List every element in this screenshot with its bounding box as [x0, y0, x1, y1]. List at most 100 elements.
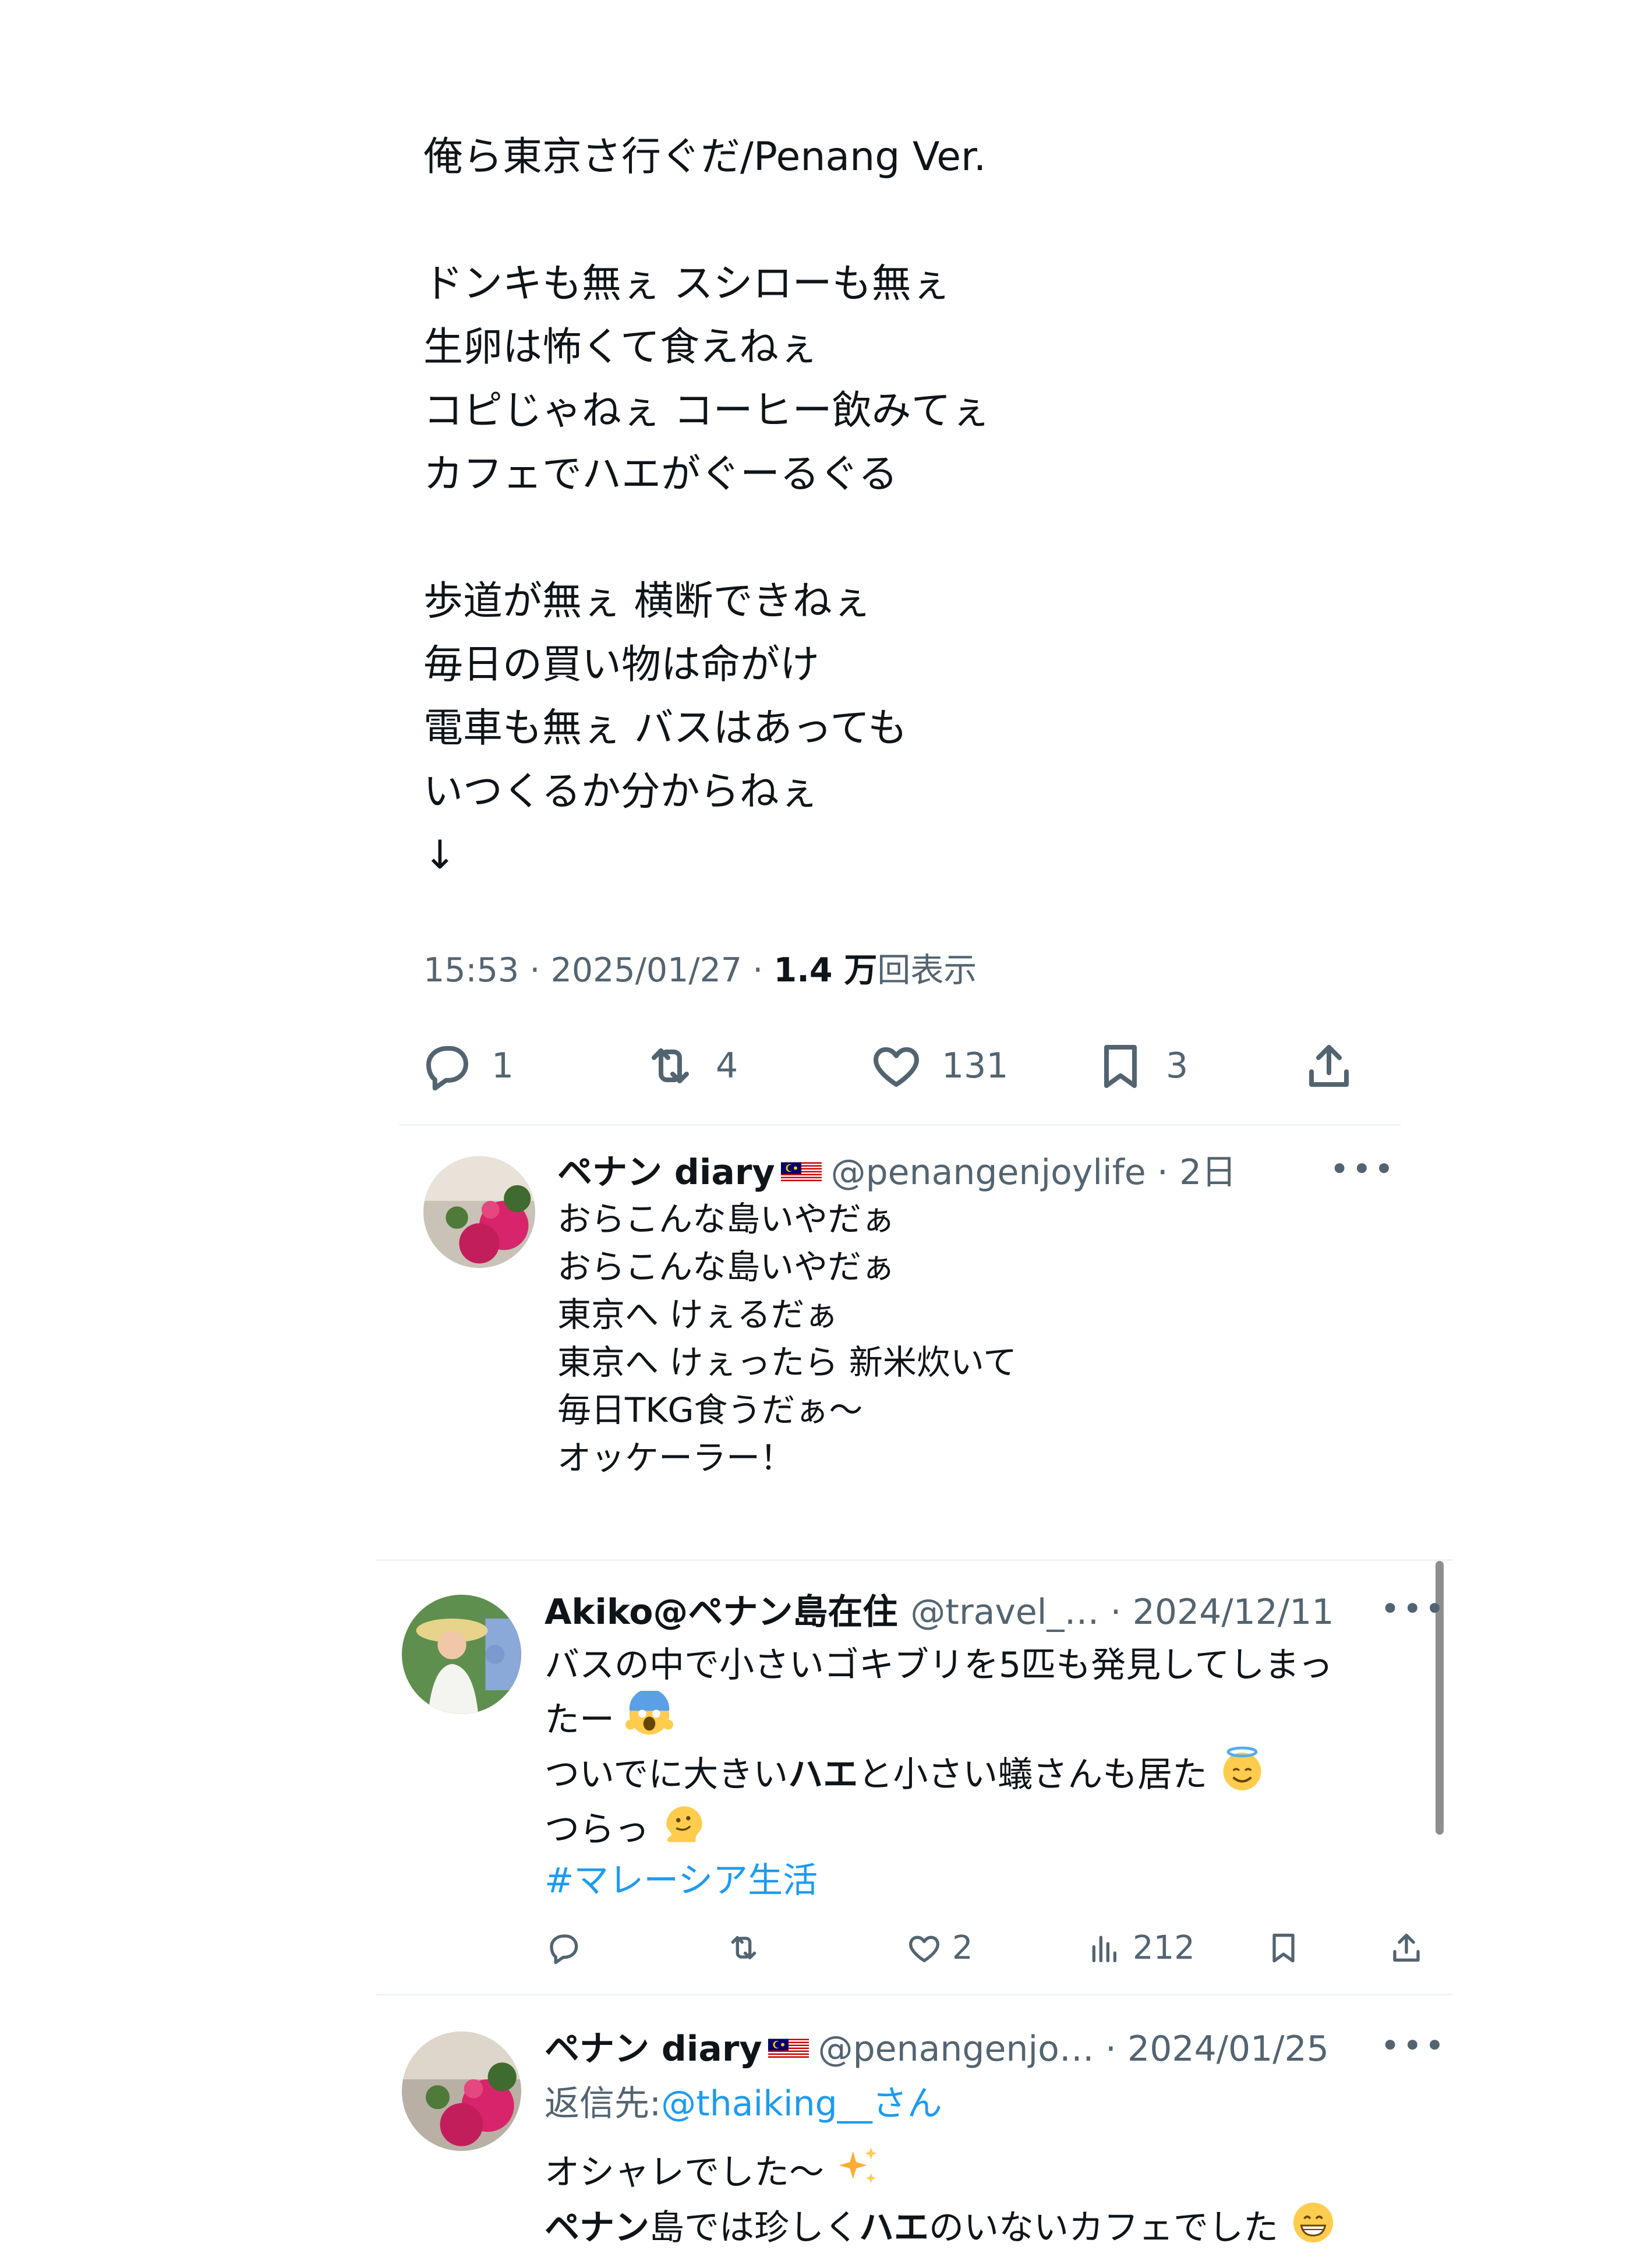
like-count: 131 — [942, 1045, 1009, 1086]
author-name[interactable]: ペナン diary — [557, 1149, 775, 1196]
like-button[interactable]: 131 — [868, 1038, 1009, 1094]
more-button[interactable]: ••• — [1330, 1149, 1397, 1189]
author-handle[interactable]: @penangenjoylife — [831, 1149, 1146, 1196]
malaysia-flag-icon — [780, 1162, 822, 1183]
reply-age[interactable]: 2日 — [1179, 1149, 1236, 1196]
reply-line: 東京へ けぇるだぁ — [557, 1295, 839, 1334]
reply-date[interactable]: 2024/12/11 — [1133, 1589, 1334, 1635]
views-button[interactable]: 212 — [1086, 1929, 1195, 1967]
meta-dot: · — [529, 951, 551, 990]
hashtag-link[interactable]: #マレーシア生活 — [545, 1855, 1333, 1906]
meta-dot: · — [1094, 2029, 1128, 2069]
reply-header: ペナン diary @penangenjoylife · 2日 — [557, 1149, 1236, 1196]
post-line — [423, 189, 1355, 252]
reply-line: ついでに大きいハエと小さい蟻さんも居た — [545, 1746, 1333, 1800]
reply-line-text: たー — [545, 1700, 614, 1740]
reply-text: バスの中で小さいゴキブリを5匹も発見してしまっ たー ついでに大きいハエと小さい… — [545, 1640, 1333, 1906]
reply-line: たー — [545, 1691, 1333, 1746]
bookmark-button[interactable] — [1265, 1929, 1302, 1966]
reply-icon — [550, 1934, 578, 1965]
reply-line-text: ついでに大きい — [545, 1754, 789, 1795]
divider — [399, 1124, 1401, 1126]
post-line: 生卵は怖くて食えねぇ — [423, 324, 818, 370]
reply-date[interactable]: 2024/01/25 — [1127, 2026, 1329, 2072]
reply-line: バスの中で小さいゴキブリを5匹も発見してしまっ — [545, 1645, 1333, 1686]
screaming-face-emoji — [625, 1691, 674, 1735]
reply-button[interactable]: 1 — [418, 1038, 514, 1094]
retweet-icon — [652, 1048, 689, 1083]
meta-dot: · — [1146, 1152, 1179, 1193]
highlight-text: ハエ — [788, 1754, 858, 1795]
halo-face-emoji — [1223, 1746, 1261, 1790]
post-line: コピじゃねぇ コーヒー飲みてぇ — [423, 388, 991, 434]
meta-dot: · — [752, 951, 774, 990]
reply-line: おらこんな島いやだぁ — [557, 1247, 896, 1287]
like-icon — [909, 1935, 939, 1962]
reply-to: 返信先: @thaiking__さん — [545, 2080, 942, 2127]
reply-button[interactable] — [545, 1929, 582, 1966]
reply-line: つらっ — [545, 1800, 1333, 1855]
retweet-button[interactable]: 4 — [642, 1038, 738, 1094]
post-line — [423, 506, 1355, 570]
reply-line-text: オシャレでした〜 — [545, 2152, 824, 2193]
more-icon: ••• — [1330, 1149, 1397, 1189]
retweet-count: 4 — [716, 1045, 738, 1086]
views-label: 回表示 — [877, 951, 977, 990]
avatar[interactable] — [402, 1595, 521, 1714]
reply-text: オシャレでした〜 ペナン島では珍しくハエのいないカフェでした — [545, 2143, 1337, 2254]
more-button[interactable]: ••• — [1380, 2026, 1447, 2065]
share-icon — [1309, 1045, 1349, 1087]
highlight-text: ペナン — [545, 2207, 649, 2248]
views-icon — [1092, 1935, 1116, 1962]
reply-line: おらこんな島いやだぁ — [557, 1199, 896, 1239]
share-button[interactable] — [1388, 1929, 1425, 1966]
bookmark-count: 3 — [1166, 1045, 1189, 1086]
melting-face-emoji — [666, 1806, 702, 1842]
more-icon: ••• — [1380, 2026, 1447, 2065]
post-line: 毎日の買い物は命がけ — [423, 642, 820, 688]
sparkles-emoji — [839, 2147, 877, 2184]
share-button[interactable] — [1301, 1038, 1357, 1094]
divider — [376, 1994, 1453, 1995]
post-time[interactable]: 15:53 — [423, 951, 519, 990]
reply-line-text: 島では珍しく — [649, 2207, 859, 2248]
reply-to-label: 返信先: — [545, 2083, 662, 2124]
reply-header: ペナン diary @penangenjo… · 2024/01/25 — [545, 2026, 1329, 2072]
views-count: 212 — [1133, 1929, 1195, 1967]
views-count: 1.4 万 — [773, 951, 878, 990]
post-line: 歩道が無ぇ 横断できねぇ — [423, 578, 872, 624]
post-line: ドンキも無ぇ スシローも無ぇ — [423, 261, 951, 307]
retweet-button[interactable] — [725, 1929, 762, 1966]
retweet-icon — [731, 1936, 756, 1959]
reply-line-text: のいないカフェでした — [929, 2207, 1278, 2248]
reply-to-user-link[interactable]: @thaiking__さん — [661, 2080, 942, 2127]
more-icon: ••• — [1380, 1589, 1447, 1628]
grinning-face-emoji — [1293, 2202, 1334, 2243]
post-line: カフェでハエがぐーるぐる — [423, 451, 898, 497]
post-line: いつくるか分からねぇ — [423, 769, 819, 815]
avatar-photo-flowers — [402, 2032, 521, 2151]
author-name[interactable]: Akiko@ペナン島在住 — [545, 1589, 897, 1635]
reply-count: 1 — [492, 1045, 514, 1086]
reply-line: 毎日TKG食うだぁ〜 — [557, 1390, 863, 1430]
bookmark-icon — [1104, 1045, 1137, 1088]
reply-text: おらこんな島いやだぁ おらこんな島いやだぁ 東京へ けぇるだぁ 東京へ けぇった… — [557, 1195, 1017, 1482]
like-button[interactable]: 2 — [906, 1929, 973, 1967]
reply-line-text: と小さい蟻さんも居た — [858, 1754, 1208, 1795]
post-line: 電車も無ぇ バスはあっても — [423, 705, 907, 751]
bookmark-icon — [1272, 1934, 1295, 1963]
more-button[interactable]: ••• — [1380, 1589, 1447, 1628]
share-icon — [1393, 1934, 1420, 1962]
author-handle[interactable]: @travel_… — [910, 1589, 1099, 1635]
author-handle[interactable]: @penangenjo… — [818, 2026, 1094, 2072]
reply-line-text: つらっ — [545, 1809, 649, 1850]
avatar[interactable] — [423, 1156, 535, 1268]
reply-icon — [426, 1046, 468, 1091]
bookmark-button[interactable]: 3 — [1093, 1038, 1188, 1094]
post-text: 俺ら東京さ行ぐだ/Penang Ver. ドンキも無ぇ スシローも無ぇ 生卵は怖… — [423, 125, 1355, 887]
post-date[interactable]: 2025/01/27 — [551, 951, 743, 990]
author-name[interactable]: ペナン diary — [545, 2026, 762, 2072]
avatar[interactable] — [402, 2032, 521, 2151]
reply-line: 東京へ けぇったら 新米炊いて — [557, 1343, 1017, 1382]
reply-line: ペナン島では珍しくハエのいないカフェでした — [545, 2199, 1337, 2254]
